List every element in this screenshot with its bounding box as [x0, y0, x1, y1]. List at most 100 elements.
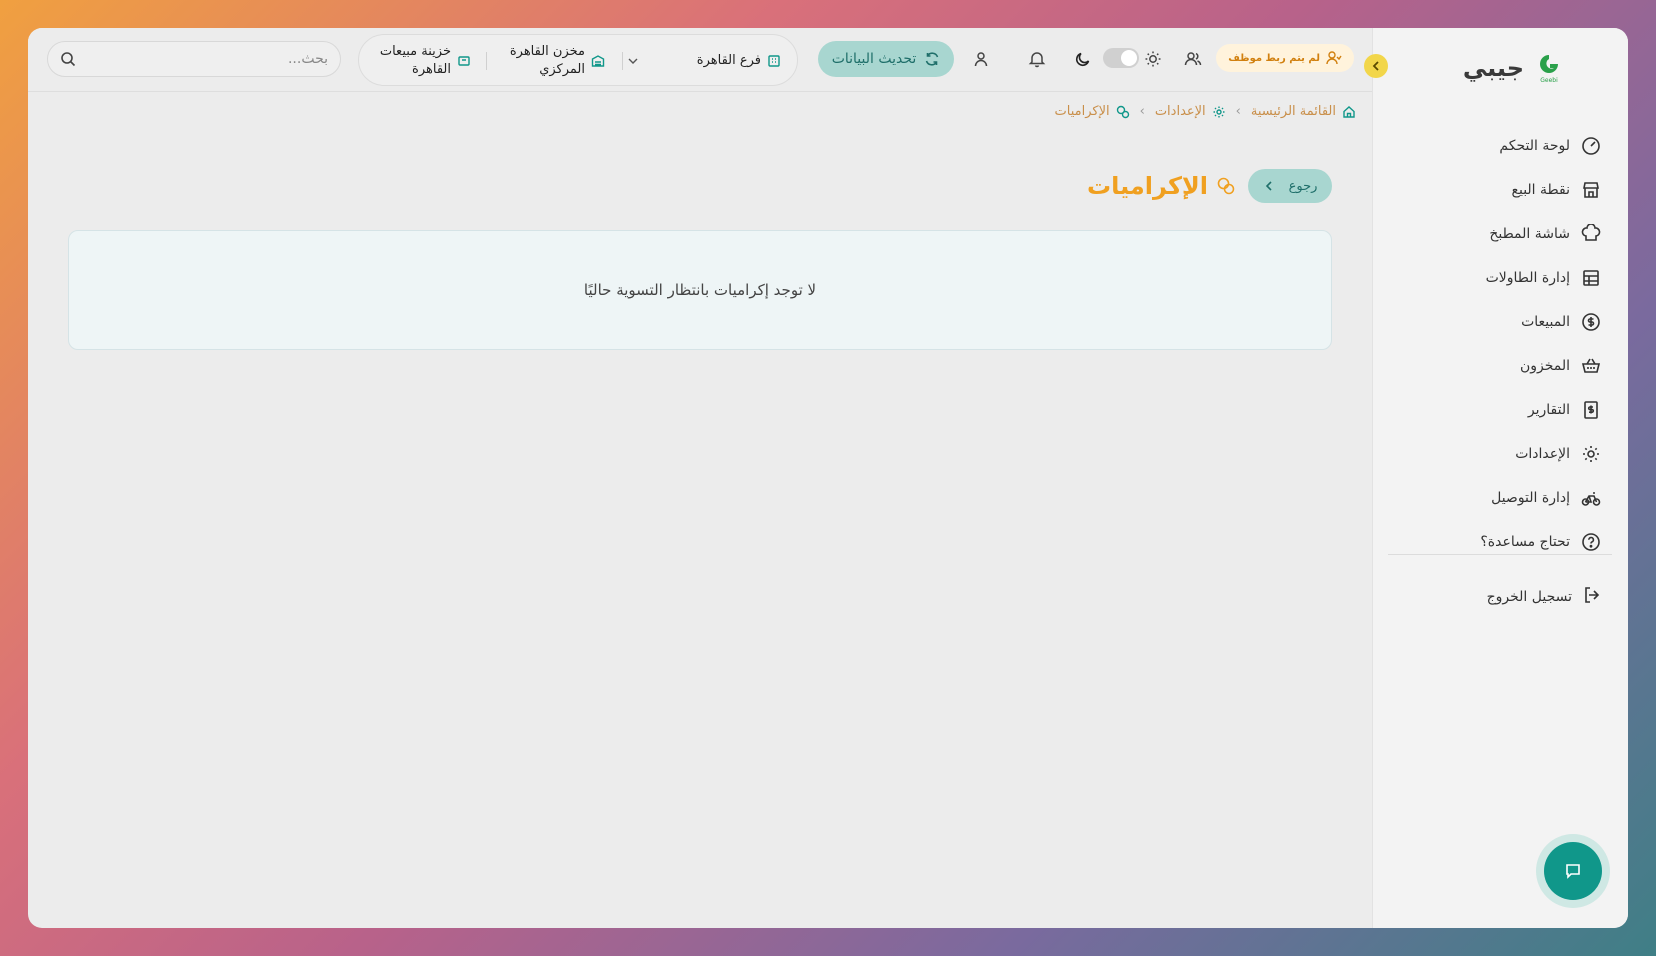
- page-header: رجوع الإكراميات: [1087, 168, 1332, 204]
- treasury-name-line: خزينة مبيعات: [379, 44, 451, 59]
- page-title-text: الإكراميات: [1087, 172, 1208, 200]
- treasury-name: خزينة مبيعات القاهرة: [380, 43, 451, 79]
- sidebar-item-label: إدارة الطاولات: [1485, 270, 1570, 286]
- brand-logo-icon: Geebi: [1540, 55, 1558, 84]
- chef-hat-icon: [1580, 223, 1602, 245]
- sidebar-item-label: شاشة المطبخ: [1489, 226, 1570, 242]
- empty-state-card: لا توجد إكراميات بانتظار التسوية حاليًا: [68, 230, 1332, 350]
- gauge-icon: [1580, 135, 1602, 157]
- search-input[interactable]: [84, 51, 328, 67]
- sidebar-item-label: لوحة التحكم: [1499, 138, 1570, 154]
- topbar: لم يتم ربط موظف تحديث البيانات فرع القاه…: [28, 28, 1372, 92]
- breadcrumb-settings[interactable]: الإعدادات: [1155, 104, 1206, 119]
- sidebar-item-dashboard[interactable]: لوحة التحكم: [1392, 124, 1602, 168]
- refresh-icon: [926, 52, 939, 66]
- page-title: الإكراميات: [1087, 172, 1236, 200]
- treasury-name-line: القاهرة: [412, 62, 451, 77]
- logout-button[interactable]: تسجيل الخروج: [1487, 582, 1602, 612]
- bell-icon: [1028, 52, 1046, 68]
- chat-button-inner: [1544, 842, 1602, 900]
- empty-state-message: لا توجد إكراميات بانتظار التسوية حاليًا: [583, 281, 817, 299]
- chevron-down-icon: [628, 58, 638, 64]
- location-selector: فرع القاهرة مخزن القاهرة المركزي خزينة مب…: [358, 34, 798, 86]
- coins-icon: [1116, 105, 1129, 118]
- sidebar: Geebi جيبي لوحة التحكم نقطة البيع شاشة ا…: [1372, 28, 1628, 928]
- treasury-selector[interactable]: خزينة مبيعات القاهرة: [380, 35, 471, 87]
- sidebar-item-label: المبيعات: [1521, 314, 1570, 330]
- chat-bubble-icon: [1566, 864, 1580, 879]
- refresh-data-button[interactable]: تحديث البيانات: [818, 41, 954, 77]
- app-window: Geebi جيبي لوحة التحكم نقطة البيع شاشة ا…: [28, 28, 1628, 928]
- branch-selector[interactable]: فرع القاهرة: [627, 35, 781, 87]
- report-icon: [1580, 399, 1602, 421]
- table-grid-icon: [1580, 267, 1602, 289]
- location-separator: [486, 52, 487, 70]
- staff-link-badge[interactable]: لم يتم ربط موظف: [1216, 44, 1354, 72]
- sidebar-item-tables[interactable]: إدارة الطاولات: [1392, 256, 1602, 300]
- help-icon: [1580, 531, 1602, 553]
- basket-icon: [1580, 355, 1602, 377]
- users-button[interactable]: [1182, 48, 1204, 70]
- sidebar-item-reports[interactable]: التقارير: [1392, 388, 1602, 432]
- users-icon: [1184, 52, 1202, 66]
- breadcrumb-current: الإكراميات: [1054, 104, 1110, 119]
- warehouse-name-line: مخزن القاهرة: [509, 44, 585, 59]
- theme-toggle[interactable]: [1103, 48, 1139, 68]
- sidebar-item-inventory[interactable]: المخزون: [1392, 344, 1602, 388]
- sidebar-item-kitchen[interactable]: شاشة المطبخ: [1392, 212, 1602, 256]
- back-label: رجوع: [1288, 178, 1318, 194]
- home-icon: [1343, 105, 1355, 118]
- sidebar-item-settings[interactable]: الإعدادات: [1392, 432, 1602, 476]
- sidebar-collapse-button[interactable]: [1364, 54, 1388, 78]
- dollar-circle-icon: [1580, 311, 1602, 333]
- sidebar-item-label: التقارير: [1527, 402, 1570, 418]
- profile-button[interactable]: [970, 48, 992, 70]
- user-icon: [974, 52, 988, 67]
- gear-icon: [1213, 106, 1225, 117]
- sidebar-item-label: إدارة التوصيل: [1491, 490, 1570, 506]
- warehouse-selector[interactable]: مخزن القاهرة المركزي: [510, 35, 605, 87]
- building-icon: [768, 55, 780, 67]
- breadcrumb-chevron-icon: ›: [1235, 104, 1241, 119]
- chevron-left-icon: [1265, 181, 1272, 191]
- sidebar-nav: لوحة التحكم نقطة البيع شاشة المطبخ إدارة…: [1392, 124, 1602, 564]
- brand[interactable]: Geebi جيبي: [1463, 50, 1562, 86]
- store-icon: [1580, 179, 1602, 201]
- coins-icon: [1217, 177, 1235, 195]
- branch-name: فرع القاهرة: [696, 53, 761, 68]
- breadcrumb-home[interactable]: القائمة الرئيسية: [1251, 104, 1336, 119]
- sidebar-item-label: المخزون: [1519, 358, 1570, 374]
- brand-name: جيبي: [1462, 54, 1524, 82]
- warehouse-name: مخزن القاهرة المركزي: [510, 43, 585, 79]
- sidebar-item-delivery[interactable]: إدارة التوصيل: [1392, 476, 1602, 520]
- location-separator: [622, 52, 623, 70]
- light-mode-button[interactable]: [1142, 48, 1164, 70]
- sidebar-item-label: نقطة البيع: [1511, 182, 1570, 198]
- sidebar-item-label: تحتاج مساعدة؟: [1480, 534, 1570, 550]
- sidebar-item-sales[interactable]: المبيعات: [1392, 300, 1602, 344]
- sidebar-item-label: الإعدادات: [1515, 446, 1570, 462]
- dark-mode-button[interactable]: [1072, 48, 1094, 70]
- sidebar-divider: [1388, 554, 1612, 555]
- user-link-icon: [1326, 51, 1342, 65]
- notifications-button[interactable]: [1026, 48, 1048, 70]
- moon-icon: [1075, 52, 1090, 67]
- brand-logo-text: Geebi: [1540, 77, 1558, 84]
- gear-icon: [1580, 443, 1602, 465]
- sidebar-item-pos[interactable]: نقطة البيع: [1392, 168, 1602, 212]
- staff-badge-label: لم يتم ربط موظف: [1228, 52, 1320, 64]
- cash-register-icon: [458, 56, 470, 66]
- logout-icon: [1582, 585, 1602, 609]
- search-box: [47, 41, 341, 77]
- chevron-left-icon: [1372, 61, 1379, 71]
- breadcrumb-chevron-icon: ›: [1139, 104, 1145, 119]
- breadcrumb: القائمة الرئيسية › الإعدادات › الإكراميا…: [1055, 104, 1356, 119]
- bike-icon: [1580, 487, 1602, 509]
- logout-label: تسجيل الخروج: [1486, 589, 1572, 605]
- warehouse-name-line: المركزي: [539, 62, 585, 77]
- sidebar-item-help[interactable]: تحتاج مساعدة؟: [1392, 520, 1602, 564]
- sun-icon: [1145, 51, 1161, 67]
- back-button[interactable]: رجوع: [1248, 169, 1332, 203]
- search-icon[interactable]: [60, 51, 76, 67]
- chat-button[interactable]: [1536, 834, 1610, 908]
